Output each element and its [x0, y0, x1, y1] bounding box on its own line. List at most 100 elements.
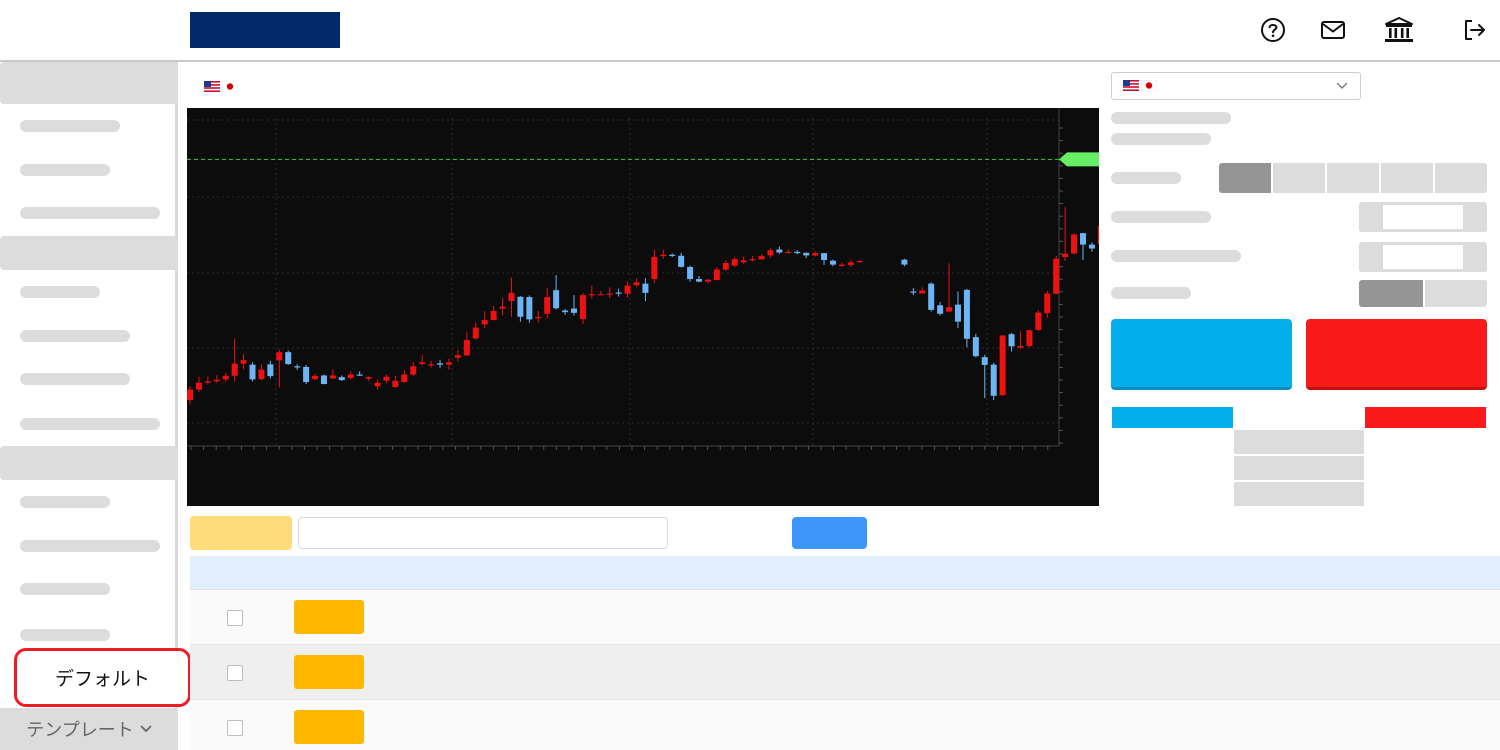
chart-pair-flags[interactable] [204, 81, 238, 92]
candle-body [1088, 244, 1095, 249]
candle-body [597, 294, 604, 296]
buy-button[interactable] [1111, 319, 1292, 390]
selected-pair-flags [1123, 80, 1157, 91]
order-book-cell [1234, 482, 1364, 506]
candle-body [1071, 234, 1078, 254]
option-toggle-on[interactable] [1359, 280, 1423, 307]
candle-body [767, 250, 774, 256]
sell-button[interactable] [1306, 319, 1487, 390]
candle-body [803, 252, 810, 256]
order-book-cell [1234, 430, 1364, 454]
sidebar-item[interactable] [20, 207, 160, 219]
mail-icon[interactable] [1319, 16, 1347, 44]
candle-body [401, 374, 408, 383]
sidebar-item[interactable] [20, 629, 110, 641]
candle-body [678, 255, 685, 267]
candle-body [499, 306, 506, 309]
order-type-option[interactable] [1219, 163, 1271, 193]
candle-body [928, 283, 935, 310]
bid-volume-bar [1112, 407, 1233, 428]
order-type-option[interactable] [1273, 163, 1325, 193]
slippage-stepper[interactable] [1359, 242, 1487, 272]
sidebar-item[interactable] [20, 583, 110, 595]
sidebar-section-header[interactable] [0, 446, 178, 480]
candle-body [588, 294, 595, 296]
candle-body [329, 375, 336, 379]
search-button[interactable] [792, 517, 867, 549]
template-label: テンプレート [26, 720, 134, 741]
candlestick-chart[interactable] [187, 108, 1099, 506]
sidebar-item[interactable] [20, 286, 100, 298]
candle-body [812, 253, 819, 256]
slippage-input[interactable] [1383, 245, 1463, 269]
candle-body [749, 259, 756, 261]
sidebar-section-header[interactable] [0, 62, 178, 104]
brand-logo[interactable] [190, 12, 340, 48]
candle-body [410, 366, 417, 375]
option-toggle-off[interactable] [1425, 280, 1487, 307]
candle-body [463, 340, 470, 356]
candle-body [838, 264, 845, 266]
order-type-option[interactable] [1327, 163, 1379, 193]
sidebar-item[interactable] [20, 540, 160, 552]
ask-volume-bar [1365, 407, 1486, 428]
candle-body [740, 260, 747, 263]
candle-body [829, 260, 836, 265]
sidebar-section-header[interactable] [0, 236, 178, 270]
logout-icon[interactable] [1460, 16, 1488, 44]
candle-body [267, 364, 274, 377]
row-status-badge[interactable] [294, 655, 364, 689]
row-status-badge[interactable] [294, 600, 364, 634]
table-row[interactable] [190, 644, 1500, 699]
candle-body [1026, 330, 1033, 346]
candle-body [222, 375, 229, 380]
row-status-badge[interactable] [294, 710, 364, 744]
currency-pair-select[interactable] [1111, 72, 1361, 100]
table-header [190, 556, 1500, 589]
quantity-stepper[interactable] [1359, 202, 1487, 232]
row-checkbox[interactable] [227, 720, 243, 736]
quantity-input[interactable] [1383, 205, 1463, 229]
candle-body [553, 290, 560, 309]
candle-body [946, 307, 953, 312]
candle-body [570, 308, 577, 313]
default-template-button[interactable]: デフォルト [14, 648, 191, 707]
table-row[interactable] [190, 589, 1500, 644]
candle-body [481, 320, 488, 325]
candle-body [1017, 345, 1024, 348]
candle-body [999, 335, 1006, 396]
candle-body [651, 256, 658, 280]
sidebar-item[interactable] [20, 120, 120, 132]
candle-body [320, 375, 327, 385]
jp-flag-icon [1141, 80, 1157, 91]
candle-body [454, 355, 461, 358]
chart-canvas[interactable] [187, 108, 1099, 506]
candle-body [624, 285, 631, 294]
candle-body [195, 382, 202, 390]
order-type-option[interactable] [1381, 163, 1433, 193]
table-row[interactable] [190, 699, 1500, 750]
sidebar-item[interactable] [20, 496, 110, 508]
sidebar-item[interactable] [20, 330, 130, 342]
candle-body [972, 337, 979, 357]
current-price-tag [1059, 152, 1099, 167]
us-flag-icon [1123, 80, 1139, 91]
row-checkbox[interactable] [227, 610, 243, 626]
help-circle-icon[interactable] [1259, 16, 1287, 44]
sidebar-item[interactable] [20, 418, 160, 430]
template-dropdown[interactable]: テンプレート [0, 708, 178, 750]
candle-body [276, 352, 283, 361]
row-checkbox[interactable] [227, 665, 243, 681]
bank-icon[interactable] [1382, 16, 1416, 44]
candle-body [731, 259, 738, 266]
order-type-option[interactable] [1435, 163, 1487, 193]
filter-button[interactable] [190, 516, 292, 550]
candle-body [526, 297, 533, 320]
candle-body [392, 380, 399, 387]
candle-body [704, 279, 711, 282]
candle-body [365, 377, 372, 379]
sidebar-item[interactable] [20, 373, 130, 385]
filter-input[interactable] [298, 517, 668, 549]
sidebar-item[interactable] [20, 164, 110, 176]
candle-body [1008, 334, 1015, 347]
